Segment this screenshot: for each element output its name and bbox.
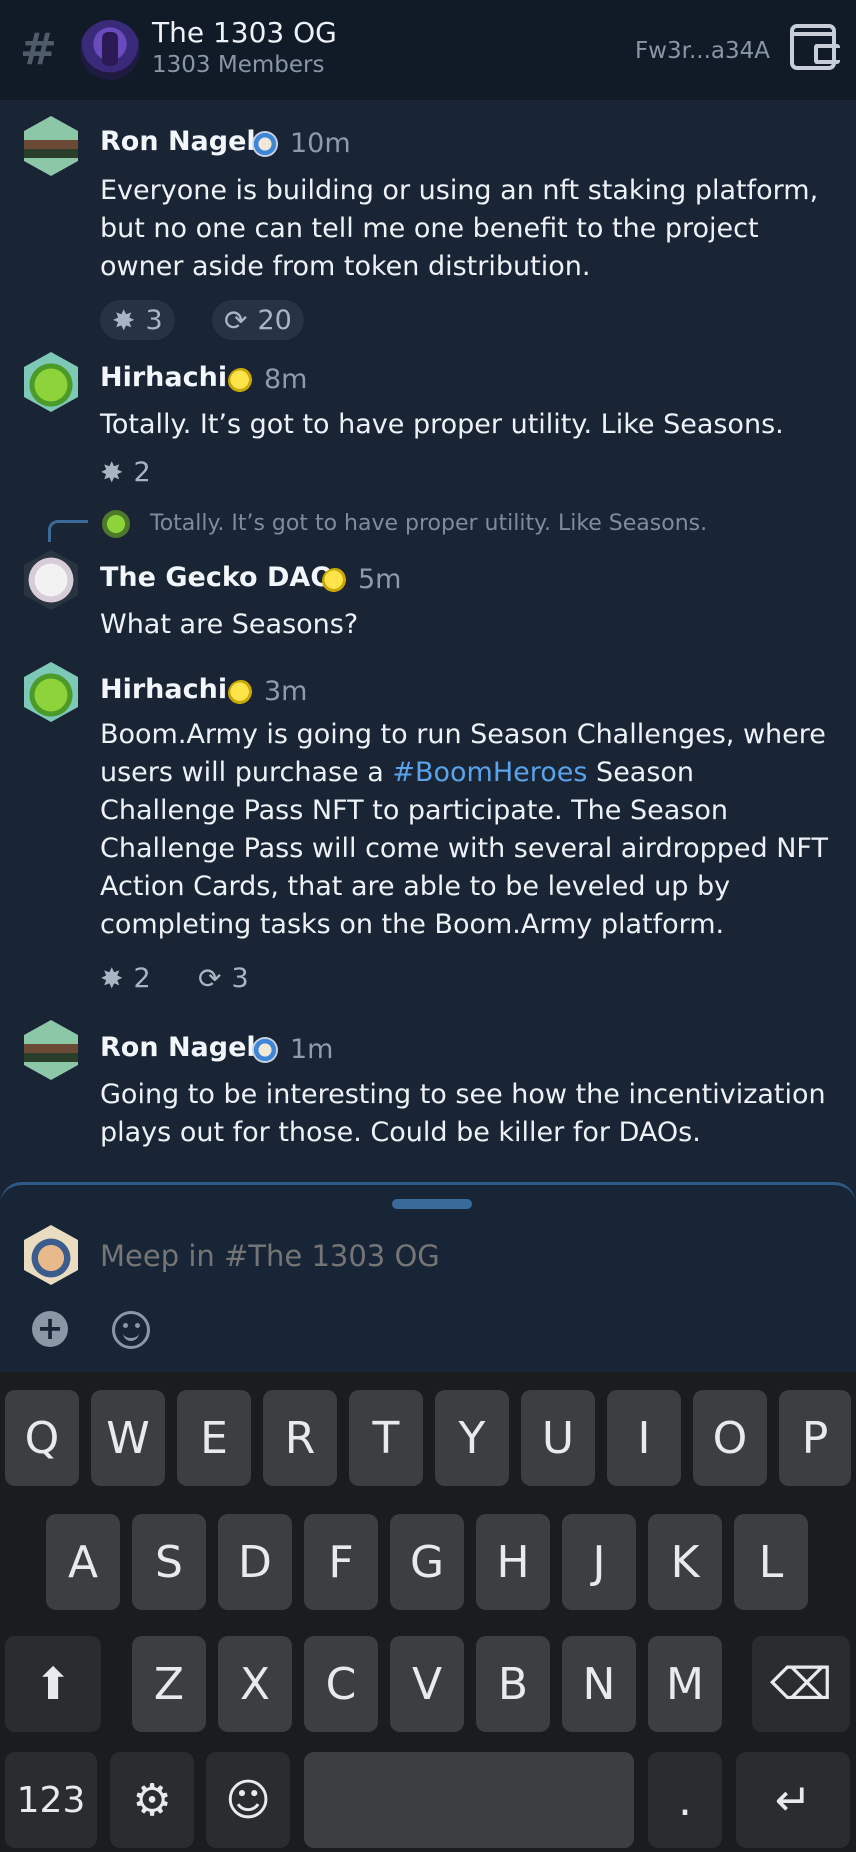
backspace-icon: ⌫ [769, 1658, 833, 1710]
key-t[interactable]: T [349, 1390, 423, 1486]
settings-key[interactable]: ⚙ [110, 1752, 194, 1848]
boom-icon: ✸ [100, 455, 124, 489]
backspace-key[interactable]: ⌫ [752, 1636, 850, 1732]
drag-handle[interactable] [392, 1199, 472, 1209]
boom-icon: ✸ [100, 961, 124, 995]
key-c[interactable]: C [304, 1636, 378, 1732]
gecko-badge-icon [228, 368, 254, 394]
message-text: What are Seasons? [100, 609, 359, 640]
author-name[interactable]: Hirhachi [100, 674, 227, 705]
key-k[interactable]: K [648, 1514, 722, 1610]
message-text: Going to be interesting to see how the i… [100, 1079, 826, 1148]
period-key[interactable]: . [648, 1752, 722, 1848]
verified-badge-icon [252, 131, 278, 157]
avatar[interactable] [24, 352, 78, 412]
shift-icon: ⬆ [34, 1658, 72, 1710]
gecko-badge-icon [322, 568, 348, 594]
channel-hash-icon[interactable]: # [20, 28, 57, 72]
key-d[interactable]: D [218, 1514, 292, 1610]
emoji-key[interactable]: ☺ [206, 1752, 290, 1848]
message-text: Everyone is building or using an nft sta… [100, 175, 819, 282]
tip-icon: ⟳ [198, 961, 222, 995]
channel-avatar[interactable] [80, 20, 140, 80]
reaction-count: 3 [231, 962, 249, 994]
boom-reaction[interactable]: ✸ 2 [88, 958, 163, 998]
avatar[interactable] [24, 550, 78, 610]
key-e[interactable]: E [177, 1390, 251, 1486]
boom-icon: ✸ [112, 303, 136, 337]
on-screen-keyboard: Q W E R T Y U I O P A S D F G H J K L ⬆ … [0, 1372, 856, 1852]
boom-reaction[interactable]: ✸ 2 [88, 452, 163, 492]
member-count: 1303 Members [152, 52, 325, 78]
message-time: 5m [358, 564, 402, 595]
key-i[interactable]: I [607, 1390, 681, 1486]
key-u[interactable]: U [521, 1390, 595, 1486]
boom-reaction[interactable]: ✸ 3 [100, 300, 175, 340]
reply-avatar [102, 510, 130, 538]
key-y[interactable]: Y [435, 1390, 509, 1486]
key-j[interactable]: J [562, 1514, 636, 1610]
author-name[interactable]: Ron Nagel [100, 1032, 256, 1063]
key-m[interactable]: M [648, 1636, 722, 1732]
message-time: 1m [290, 1034, 334, 1065]
space-key[interactable] [304, 1752, 634, 1848]
key-x[interactable]: X [218, 1636, 292, 1732]
reaction-count: 2 [133, 962, 151, 994]
key-q[interactable]: Q [5, 1390, 79, 1486]
add-attachment-icon[interactable]: + [32, 1311, 68, 1347]
message-text: Boom.Army is going to run Season Challen… [100, 716, 830, 944]
wallet-icon[interactable] [790, 24, 840, 70]
channel-title[interactable]: The 1303 OG [152, 16, 337, 49]
tip-reaction[interactable]: ⟳ 20 [212, 300, 304, 340]
message-time: 3m [264, 676, 308, 707]
avatar[interactable] [24, 1020, 78, 1080]
message-time: 8m [264, 364, 308, 395]
key-z[interactable]: Z [132, 1636, 206, 1732]
reply-preview[interactable]: Totally. It’s got to have proper utility… [150, 511, 707, 536]
shift-key[interactable]: ⬆ [5, 1636, 101, 1732]
key-p[interactable]: P [779, 1390, 851, 1486]
reaction-count: 2 [133, 456, 151, 488]
gear-icon: ⚙ [132, 1774, 172, 1826]
key-r[interactable]: R [263, 1390, 337, 1486]
tip-reaction[interactable]: ⟳ 3 [186, 958, 261, 998]
my-avatar [24, 1225, 78, 1285]
key-v[interactable]: V [390, 1636, 464, 1732]
hashtag-link[interactable]: #BoomHeroes [392, 757, 587, 788]
author-name[interactable]: Ron Nagel [100, 126, 256, 157]
channel-header: # The 1303 OG 1303 Members Fw3r...a34A [0, 0, 856, 100]
key-n[interactable]: N [562, 1636, 636, 1732]
emoji-icon[interactable] [112, 1311, 150, 1349]
avatar[interactable] [24, 116, 78, 176]
key-s[interactable]: S [132, 1514, 206, 1610]
message-input[interactable] [100, 1231, 800, 1281]
reaction-count: 20 [257, 304, 292, 336]
key-l[interactable]: L [734, 1514, 808, 1610]
avatar[interactable] [24, 662, 78, 722]
message-composer: + [0, 1182, 856, 1372]
verified-badge-icon [252, 1037, 278, 1063]
reaction-count: 3 [145, 304, 163, 336]
gecko-badge-icon [228, 680, 254, 706]
wallet-address[interactable]: Fw3r...a34A [600, 38, 770, 64]
emoji-smile-icon: ☺ [225, 1774, 271, 1826]
enter-key[interactable]: ↵ [736, 1752, 850, 1848]
key-b[interactable]: B [476, 1636, 550, 1732]
key-f[interactable]: F [304, 1514, 378, 1610]
author-name[interactable]: The Gecko DAO [100, 562, 333, 593]
reply-connector [48, 520, 88, 542]
key-a[interactable]: A [46, 1514, 120, 1610]
key-w[interactable]: W [91, 1390, 165, 1486]
message-text: Totally. It’s got to have proper utility… [100, 409, 784, 440]
tip-icon: ⟳ [224, 303, 248, 337]
enter-icon: ↵ [774, 1774, 812, 1826]
key-g[interactable]: G [390, 1514, 464, 1610]
author-name[interactable]: Hirhachi [100, 362, 227, 393]
key-h[interactable]: H [476, 1514, 550, 1610]
numbers-key[interactable]: 123 [5, 1752, 97, 1848]
key-o[interactable]: O [693, 1390, 767, 1486]
message-time: 10m [290, 128, 351, 159]
